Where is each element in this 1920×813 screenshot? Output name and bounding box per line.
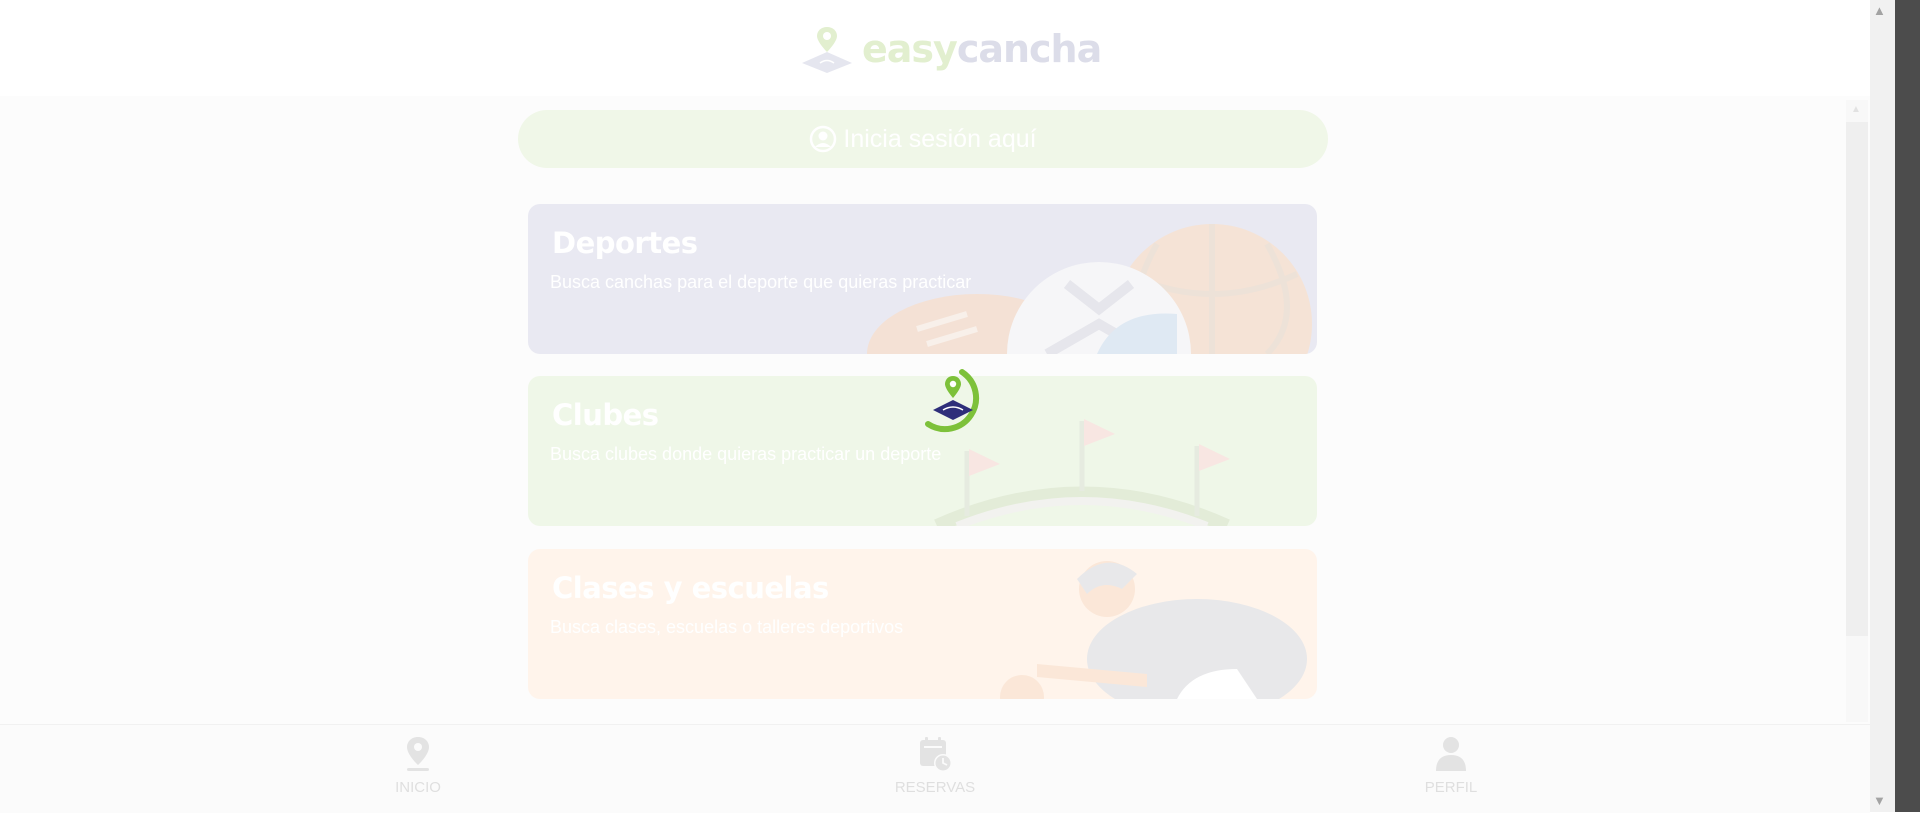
nav-label: PERFIL	[1424, 779, 1478, 796]
login-button[interactable]: Inicia sesión aquí	[518, 110, 1328, 168]
scroll-up-icon[interactable]: ▲	[1851, 105, 1861, 115]
brand-wordmark: easycancha	[862, 27, 1102, 71]
location-pin-icon	[407, 737, 429, 771]
card-title: Deportes	[552, 226, 698, 260]
brand-part-cancha: cancha	[956, 27, 1102, 71]
scroll-down-icon[interactable]: ▼	[1873, 794, 1886, 807]
card-description: Busca canchas para el deporte que quiera…	[550, 272, 972, 292]
header: easycancha	[0, 0, 1870, 96]
calendar-clock-icon	[920, 737, 952, 772]
card-description: Busca clubes donde quieras practicar un …	[550, 444, 942, 464]
scroll-up-icon[interactable]: ▲	[1873, 4, 1886, 17]
content-scrollbar-thumb[interactable]	[1846, 122, 1868, 636]
loading-spinner-icon	[925, 369, 980, 433]
login-button-label: Inicia sesión aquí	[843, 124, 1037, 153]
app: easycancha Inicia sesión aquí Deportes B…	[0, 0, 1870, 813]
bottom-nav: INICIO RESERVAS PERFIL	[0, 724, 1870, 813]
card-title: Clases y escuelas	[552, 571, 829, 605]
logo-mark-icon	[802, 27, 852, 73]
nav-item-perfil[interactable]: PERFIL	[1381, 735, 1521, 805]
nav-label: INICIO	[395, 779, 441, 796]
card-sports[interactable]: Deportes Busca canchas para el deporte q…	[528, 204, 1317, 354]
window-scrollbar[interactable]: ▲ ▼	[1870, 0, 1920, 812]
content-scrollbar[interactable]: ▲	[1846, 100, 1868, 722]
brand-part-easy: easy	[862, 27, 958, 71]
card-classes[interactable]: Clases y escuelas Busca clases, escuelas…	[528, 549, 1317, 699]
user-icon	[1436, 737, 1466, 771]
nav-label: RESERVAS	[894, 779, 976, 796]
window-scrollbar-thumb[interactable]	[1895, 0, 1920, 812]
brand-logo[interactable]: easycancha	[800, 24, 1102, 74]
card-title: Clubes	[552, 398, 659, 432]
nav-item-reservas[interactable]: RESERVAS	[865, 735, 1005, 805]
nav-item-inicio[interactable]: INICIO	[348, 735, 488, 805]
user-circle-icon	[810, 125, 837, 153]
card-description: Busca clases, escuelas o talleres deport…	[550, 617, 904, 637]
